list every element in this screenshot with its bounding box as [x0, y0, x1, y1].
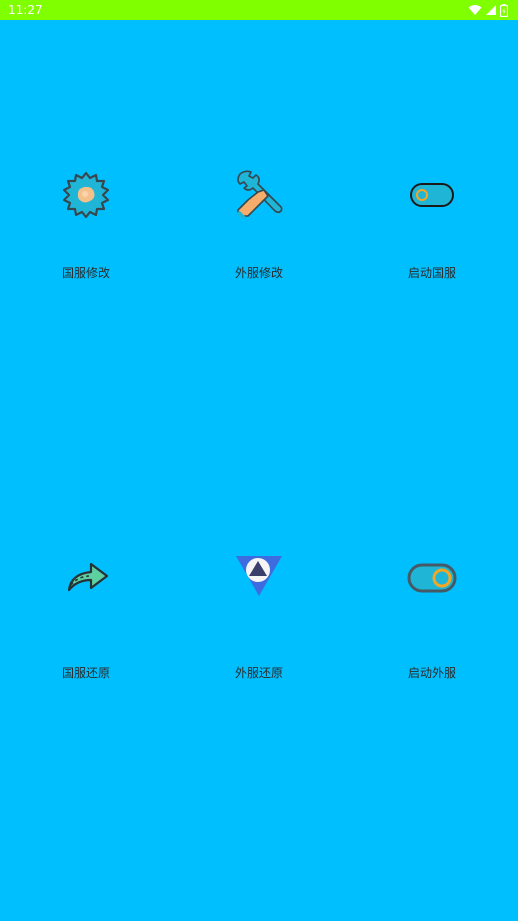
status-icons — [468, 3, 508, 17]
triangle-icon — [234, 552, 284, 602]
toggle-off-icon — [407, 170, 457, 220]
status-time: 11:27 — [8, 3, 43, 17]
tile-label: 外服修改 — [234, 266, 283, 280]
wrench-icon — [234, 170, 284, 220]
tile-label: 国服还原 — [61, 666, 110, 680]
wifi-icon — [468, 4, 482, 16]
status-bar: 11:27 — [0, 0, 518, 20]
share-arrow-icon — [61, 552, 111, 602]
cellular-signal-icon — [485, 4, 497, 16]
tile-label: 国服修改 — [61, 266, 110, 280]
tile-label: 启动外服 — [407, 666, 456, 680]
battery-icon — [500, 3, 508, 17]
toggle-on-icon — [407, 552, 457, 602]
tile-label: 外服还原 — [234, 666, 283, 680]
gear-icon — [61, 170, 111, 220]
tile-label: 启动国服 — [407, 266, 456, 280]
